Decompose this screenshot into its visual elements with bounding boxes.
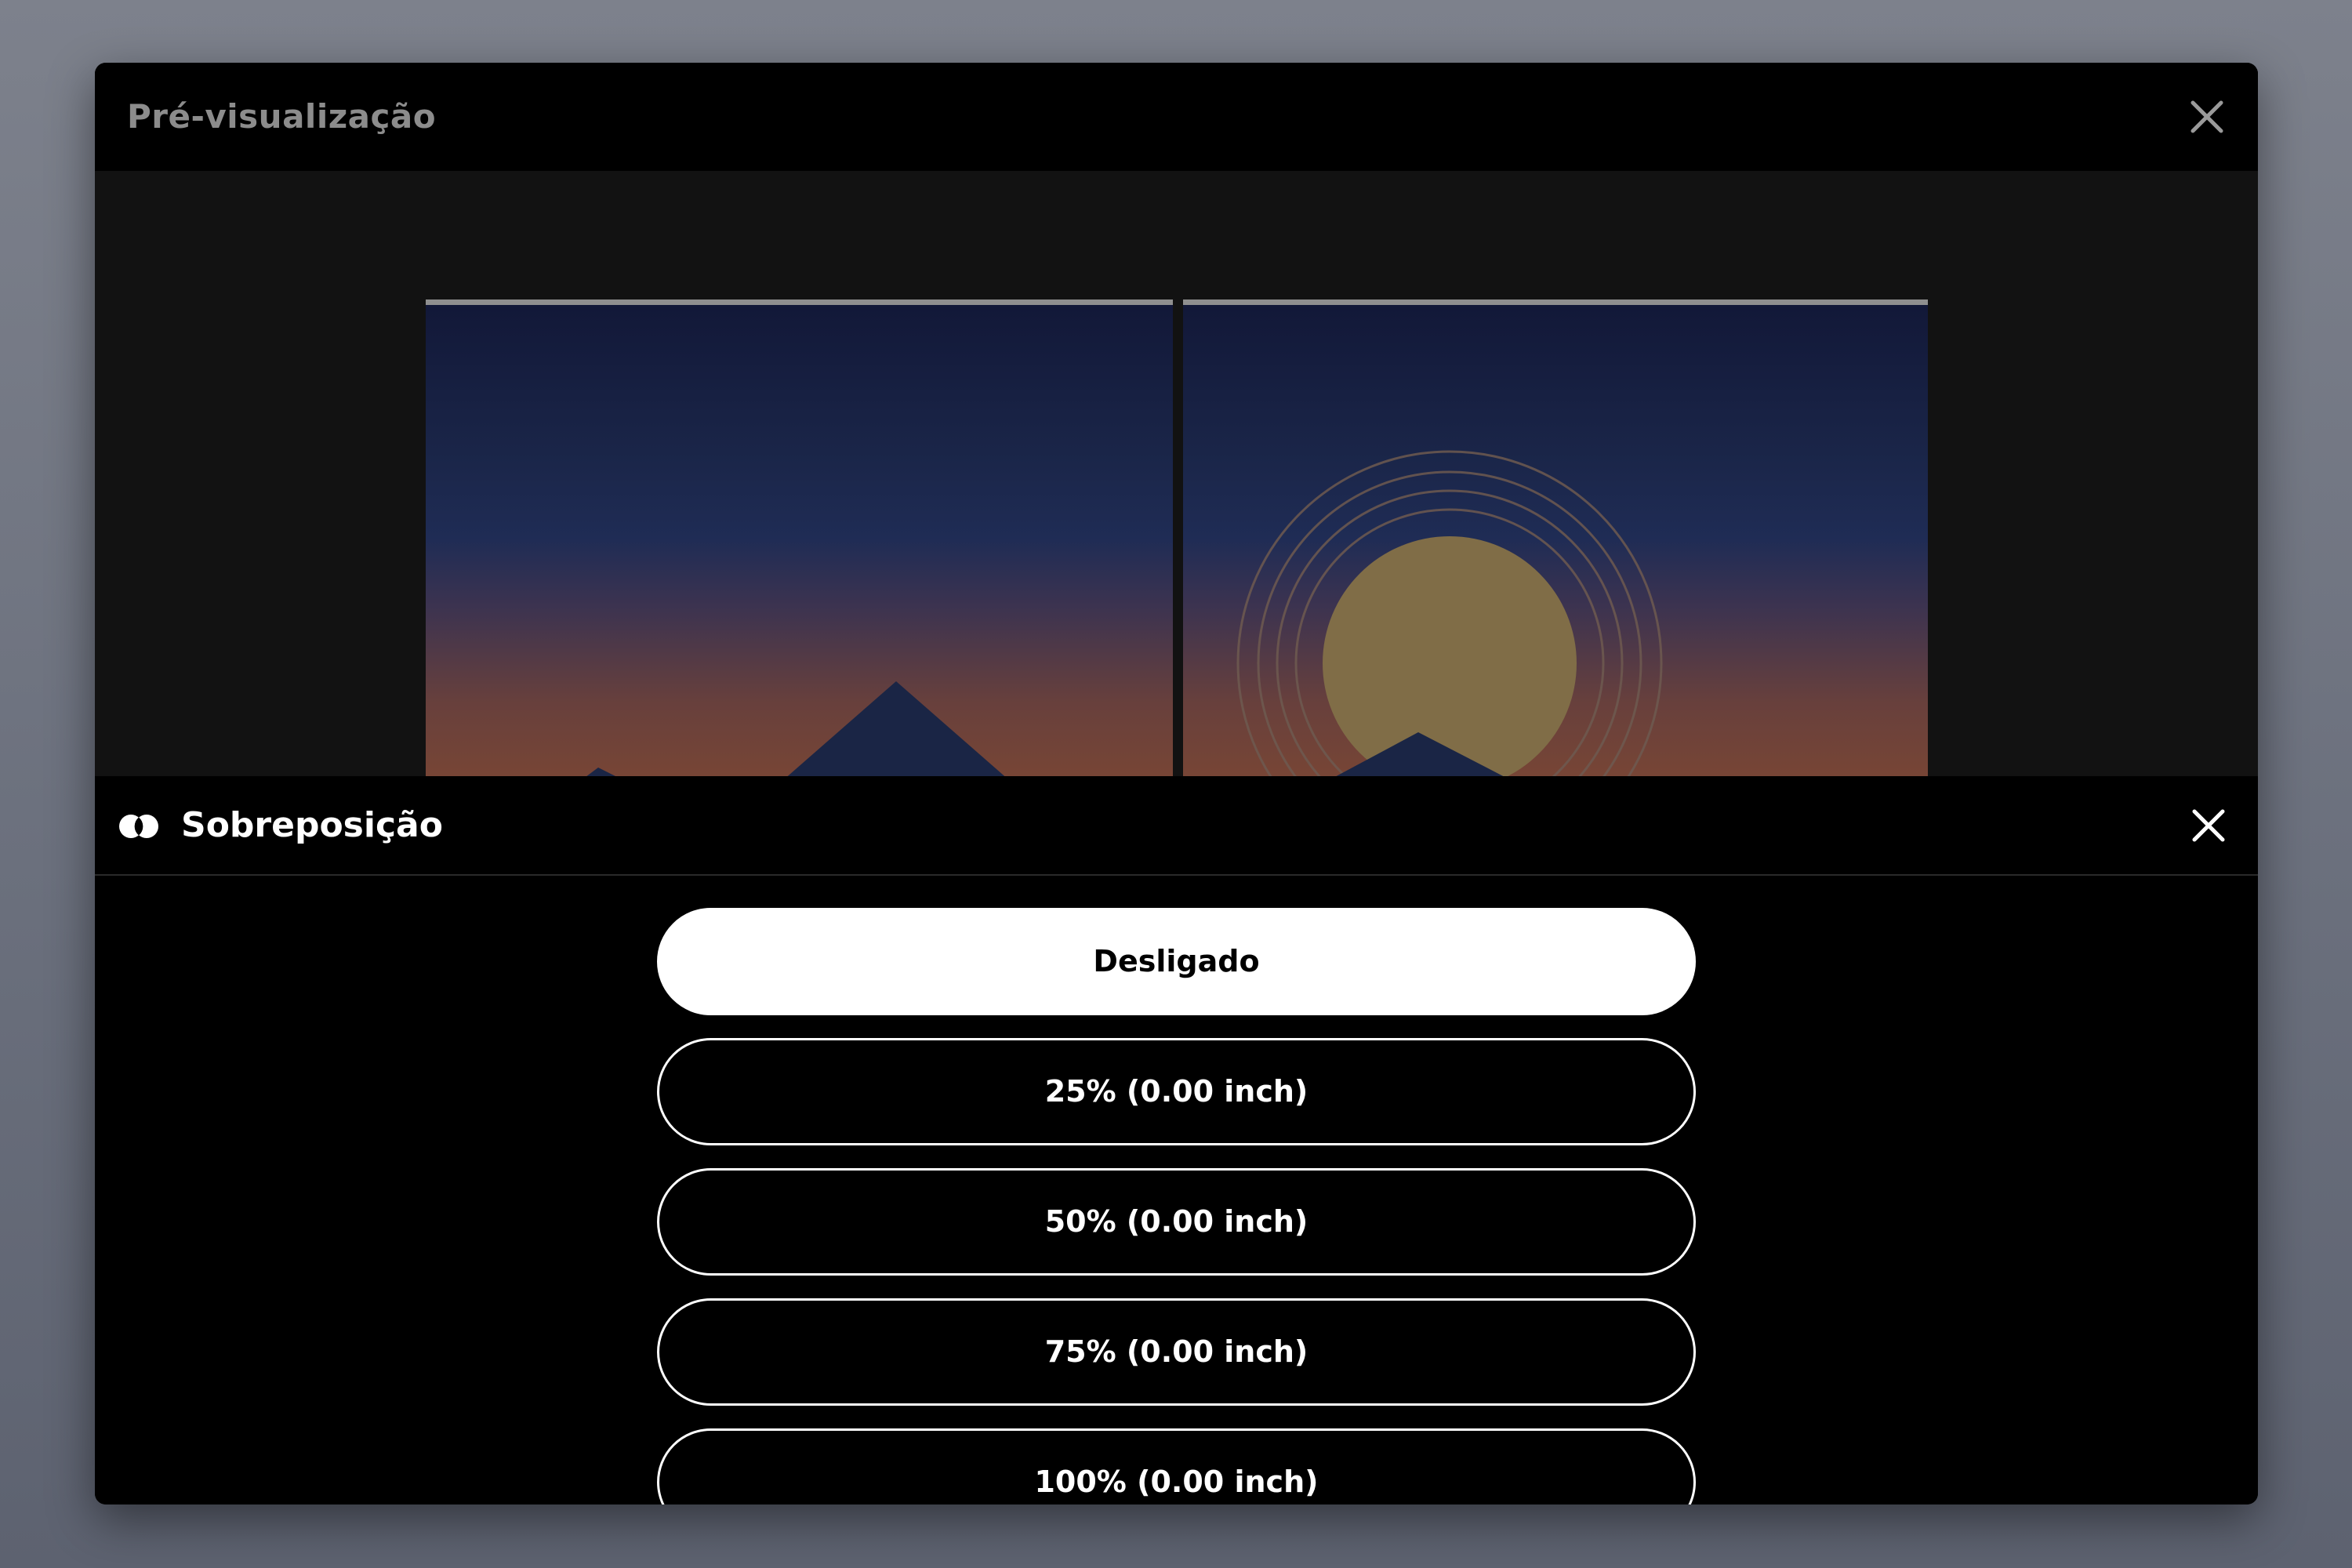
modal-header: Pré-visualização <box>95 63 2258 171</box>
option-25-button[interactable]: 25% (0.00 inch) <box>657 1038 1696 1145</box>
overlap-close-button[interactable] <box>2189 806 2228 845</box>
close-icon <box>2192 809 2225 842</box>
overlap-sheet: Sobreposição Desligado 25% (0.00 inch) 5… <box>95 776 2258 1504</box>
modal-close-button[interactable] <box>2187 97 2227 136</box>
option-off-button[interactable]: Desligado <box>657 908 1696 1015</box>
modal-title: Pré-visualização <box>127 97 437 136</box>
sun-shape <box>1323 536 1577 776</box>
mountain-illustration-left <box>586 681 1005 776</box>
preview-area <box>95 171 2258 776</box>
overlap-title: Sobreposição <box>181 805 443 845</box>
overlap-circles-icon <box>119 815 158 838</box>
option-75-button[interactable]: 75% (0.00 inch) <box>657 1298 1696 1406</box>
preview-panel-left <box>426 299 1173 776</box>
option-100-button[interactable]: 100% (0.00 inch) <box>657 1428 1696 1504</box>
option-50-button[interactable]: 50% (0.00 inch) <box>657 1168 1696 1276</box>
sun-illustration-right <box>1236 450 1663 776</box>
overlap-options: Desligado 25% (0.00 inch) 50% (0.00 inch… <box>657 908 1696 1504</box>
close-icon <box>2190 100 2223 133</box>
preview-modal: Pré-visualização Sobreposição Desligado … <box>95 63 2258 1504</box>
preview-panel-right <box>1183 299 1928 776</box>
overlap-sheet-header: Sobreposição <box>95 776 2258 876</box>
